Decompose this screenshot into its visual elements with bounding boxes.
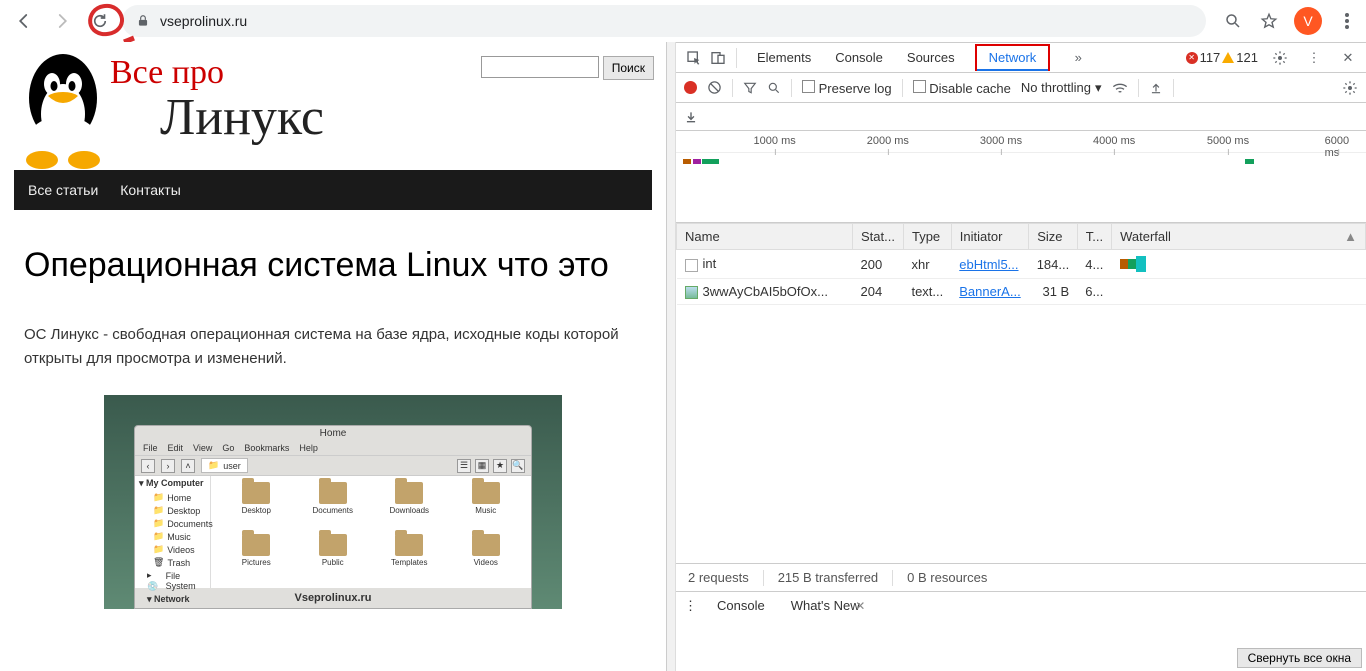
site-nav: Все статьи Контакты — [14, 170, 652, 210]
browser-actions: V — [1222, 7, 1358, 35]
image-icon — [685, 286, 698, 299]
devtools-menu-icon[interactable]: ⋮ — [1302, 46, 1326, 70]
preserve-log-checkbox[interactable]: Preserve log — [802, 80, 892, 96]
minimize-all-windows-button[interactable]: Свернуть все окна — [1237, 648, 1362, 668]
devtools-settings-icon[interactable] — [1268, 46, 1292, 70]
browser-toolbar: vseprolinux.ru V — [0, 0, 1366, 42]
fm-menu: File Edit View Go Bookmarks Help — [135, 441, 531, 455]
tabs-overflow-icon[interactable]: » — [1066, 46, 1090, 70]
filter-icon[interactable] — [743, 81, 757, 95]
lock-icon — [136, 14, 150, 28]
timeline-bar — [702, 159, 719, 164]
devtools-close-icon[interactable]: ✕ — [1336, 46, 1360, 70]
col-type[interactable]: Type — [903, 224, 951, 250]
status-requests: 2 requests — [688, 570, 749, 585]
throttling-select[interactable]: No throttling ▾ — [1021, 80, 1102, 96]
download-icon[interactable] — [684, 110, 698, 124]
close-icon[interactable]: ✕ — [855, 599, 865, 613]
bookmark-star-icon[interactable] — [1258, 10, 1280, 32]
browser-menu-icon[interactable] — [1336, 10, 1358, 32]
fm-view-icon: ☰ — [457, 459, 471, 473]
site-title-large: Линукс — [160, 88, 324, 147]
fm-sidebar: ▾ My Computer 📁 Home 📁 Desktop 📁 Documen… — [135, 476, 211, 588]
col-initiator[interactable]: Initiator — [951, 224, 1028, 250]
col-status[interactable]: Stat... — [853, 224, 904, 250]
drawer-menu-icon[interactable]: ⋮ — [684, 598, 697, 614]
fm-toolbar: ‹ › ˄ 📁 user ☰ ▦ ★ 🔍 — [135, 455, 531, 476]
chevron-down-icon: ▾ — [1095, 80, 1102, 96]
col-size[interactable]: Size — [1029, 224, 1078, 250]
article-title: Операционная система Linux что это — [24, 240, 642, 291]
clear-icon[interactable] — [707, 80, 722, 95]
fm-up-icon: ˄ — [181, 459, 195, 473]
network-toolbar: Preserve log Disable cache No throttling… — [676, 73, 1366, 103]
article-paragraph: ОС Линукс - свободная операционная систе… — [24, 323, 642, 371]
disable-cache-checkbox[interactable]: Disable cache — [913, 80, 1011, 96]
forward-button[interactable] — [46, 5, 78, 37]
col-waterfall[interactable]: Waterfall ▲ — [1112, 224, 1366, 250]
reload-button[interactable] — [84, 5, 116, 37]
url-text: vseprolinux.ru — [160, 13, 247, 29]
inspect-icon[interactable] — [682, 46, 706, 70]
nav-all-articles[interactable]: Все статьи — [28, 182, 98, 198]
address-bar[interactable]: vseprolinux.ru — [122, 5, 1206, 37]
zoom-icon[interactable] — [1222, 10, 1244, 32]
drawer-tab-whatsnew[interactable]: What's New ✕ — [785, 594, 872, 617]
status-resources: 0 B resources — [907, 570, 987, 585]
fm-grid-icon: ▦ — [475, 459, 489, 473]
status-transferred: 215 B transferred — [778, 570, 878, 585]
network-status-bar: 2 requests 215 B transferred 0 B resourc… — [676, 563, 1366, 591]
warning-icon — [1222, 52, 1234, 63]
search-icon[interactable] — [767, 81, 781, 95]
error-badge[interactable]: ✕ 117 121 — [1186, 50, 1258, 65]
devtools-tabs-bar: Elements Console Sources Network » ✕ 117… — [676, 43, 1366, 73]
tab-elements[interactable]: Elements — [753, 44, 815, 71]
fm-title: Home — [135, 426, 531, 441]
devtools-panel: Elements Console Sources Network » ✕ 117… — [676, 42, 1366, 671]
timeline-bar — [683, 159, 691, 164]
error-icon: ✕ — [1186, 52, 1198, 64]
fm-breadcrumb: 📁 user — [201, 458, 248, 473]
back-button[interactable] — [8, 5, 40, 37]
timeline-bar — [693, 159, 701, 164]
drawer-tab-console[interactable]: Console — [711, 594, 771, 617]
article-screenshot: Home File Edit View Go Bookmarks Help ‹ … — [104, 395, 562, 609]
profile-avatar[interactable]: V — [1294, 7, 1322, 35]
tab-console[interactable]: Console — [831, 44, 887, 71]
devtools-splitter[interactable] — [666, 42, 676, 671]
nav-contacts[interactable]: Контакты — [120, 182, 180, 198]
network-settings-icon[interactable] — [1342, 80, 1358, 96]
tab-network[interactable]: Network — [975, 44, 1051, 71]
col-time[interactable]: T... — [1077, 224, 1111, 250]
wifi-icon[interactable] — [1112, 81, 1128, 95]
col-name[interactable]: Name — [677, 224, 853, 250]
file-manager-window: Home File Edit View Go Bookmarks Help ‹ … — [134, 425, 532, 609]
devtools-drawer: ⋮ Console What's New ✕ — [676, 591, 1366, 619]
device-toggle-icon[interactable] — [706, 46, 730, 70]
network-row[interactable]: int 200 xhr ebHtml5... 184... 4... — [677, 250, 1366, 279]
page-content: Все про Линукс Поиск Все статьи Контакты… — [0, 42, 666, 671]
file-icon — [685, 259, 698, 272]
fm-search-icon: 🔍 — [511, 459, 525, 473]
network-toolbar-2 — [676, 103, 1366, 131]
fm-back-icon: ‹ — [141, 459, 155, 473]
fm-fwd-icon: › — [161, 459, 175, 473]
site-header: Все про Линукс Поиск — [0, 42, 666, 170]
upload-icon[interactable] — [1149, 81, 1163, 95]
timeline-bar — [1245, 159, 1253, 164]
record-button[interactable] — [684, 81, 697, 94]
article: Операционная система Linux что это ОС Ли… — [0, 210, 666, 609]
network-table: Name Stat... Type Initiator Size T... Wa… — [676, 223, 1366, 563]
site-search: Поиск — [481, 56, 654, 80]
fm-icons: Desktop Documents Downloads Music Pictur… — [211, 476, 531, 588]
site-title-small: Все про — [110, 54, 224, 92]
network-row[interactable]: 3wwAyCbAI5bOfOx... 204 text... BannerA..… — [677, 279, 1366, 305]
tux-logo — [18, 50, 108, 170]
fm-star-icon: ★ — [493, 459, 507, 473]
search-input[interactable] — [481, 56, 599, 78]
search-button[interactable]: Поиск — [603, 56, 654, 80]
network-timeline[interactable]: 1000 ms 2000 ms 3000 ms 4000 ms 5000 ms … — [676, 131, 1366, 223]
tab-sources[interactable]: Sources — [903, 44, 959, 71]
